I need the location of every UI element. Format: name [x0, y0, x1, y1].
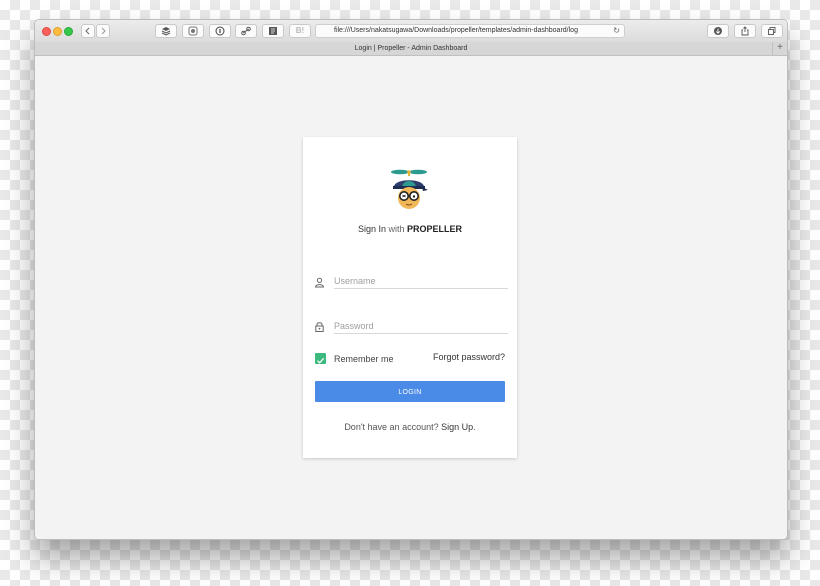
tabs-overview-button[interactable] [761, 24, 783, 38]
signin-title-with: with [388, 224, 405, 234]
browser-toolbar: B! file:///Users/nakatsugawa/Downloads/p… [35, 20, 787, 43]
signup-prompt-text: Don't have an account? [344, 422, 439, 432]
download-icon [714, 27, 722, 35]
info-icon [215, 26, 225, 36]
notes-extension-button[interactable] [262, 24, 284, 38]
zoom-window-button[interactable] [64, 27, 73, 36]
signup-link[interactable]: Sign Up [441, 422, 473, 432]
share-button[interactable] [734, 24, 756, 38]
record-extension-button[interactable] [182, 24, 204, 38]
page-content: Sign In with PROPELLER Remember me Forgo… [35, 56, 787, 539]
lock-icon [315, 322, 324, 332]
url-text: file:///Users/nakatsugawa/Downloads/prop… [334, 27, 578, 34]
signup-suffix: . [473, 422, 476, 432]
layers-extension-button[interactable] [155, 24, 177, 38]
chevron-right-icon [101, 27, 106, 35]
checkmark-icon [317, 357, 325, 364]
tab-bar: Login | Propeller - Admin Dashboard + [35, 42, 787, 56]
remember-me-checkbox[interactable] [315, 353, 326, 364]
link-extension-button[interactable] [235, 24, 257, 38]
downloads-button[interactable] [707, 24, 729, 38]
link-icon [241, 26, 251, 36]
user-icon [314, 277, 325, 288]
close-window-button[interactable] [42, 27, 51, 36]
brand-name: PROPELLER [407, 224, 463, 234]
password-input[interactable] [334, 319, 508, 334]
back-button[interactable] [81, 24, 95, 38]
forward-button[interactable] [96, 24, 110, 38]
record-icon [188, 26, 198, 36]
tab-title[interactable]: Login | Propeller - Admin Dashboard [35, 42, 787, 55]
propeller-logo [391, 169, 428, 209]
login-button[interactable]: LOGIN [315, 381, 505, 402]
tabs-icon [768, 27, 776, 35]
signin-heading: Sign In with PROPELLER [303, 224, 517, 234]
info-extension-button[interactable] [209, 24, 231, 38]
forgot-password-link[interactable]: Forgot password? [433, 352, 505, 362]
signin-title-prefix: Sign In [357, 224, 386, 234]
username-input[interactable] [334, 274, 508, 289]
share-icon [741, 26, 749, 36]
minimize-window-button[interactable] [53, 27, 62, 36]
login-card: Sign In with PROPELLER Remember me Forgo… [303, 137, 517, 458]
notes-icon [269, 27, 277, 35]
reload-icon[interactable]: ↻ [613, 25, 620, 37]
chevron-left-icon [85, 27, 90, 35]
remember-me-label[interactable]: Remember me [334, 354, 394, 364]
layers-icon [161, 27, 171, 36]
signup-prompt: Don't have an account? Sign Up. [303, 422, 517, 432]
browser-window: B! file:///Users/nakatsugawa/Downloads/p… [34, 19, 788, 540]
address-bar[interactable]: file:///Users/nakatsugawa/Downloads/prop… [315, 24, 625, 38]
new-tab-button[interactable]: + [772, 42, 787, 55]
bookmark-extension-button[interactable]: B! [289, 24, 311, 38]
